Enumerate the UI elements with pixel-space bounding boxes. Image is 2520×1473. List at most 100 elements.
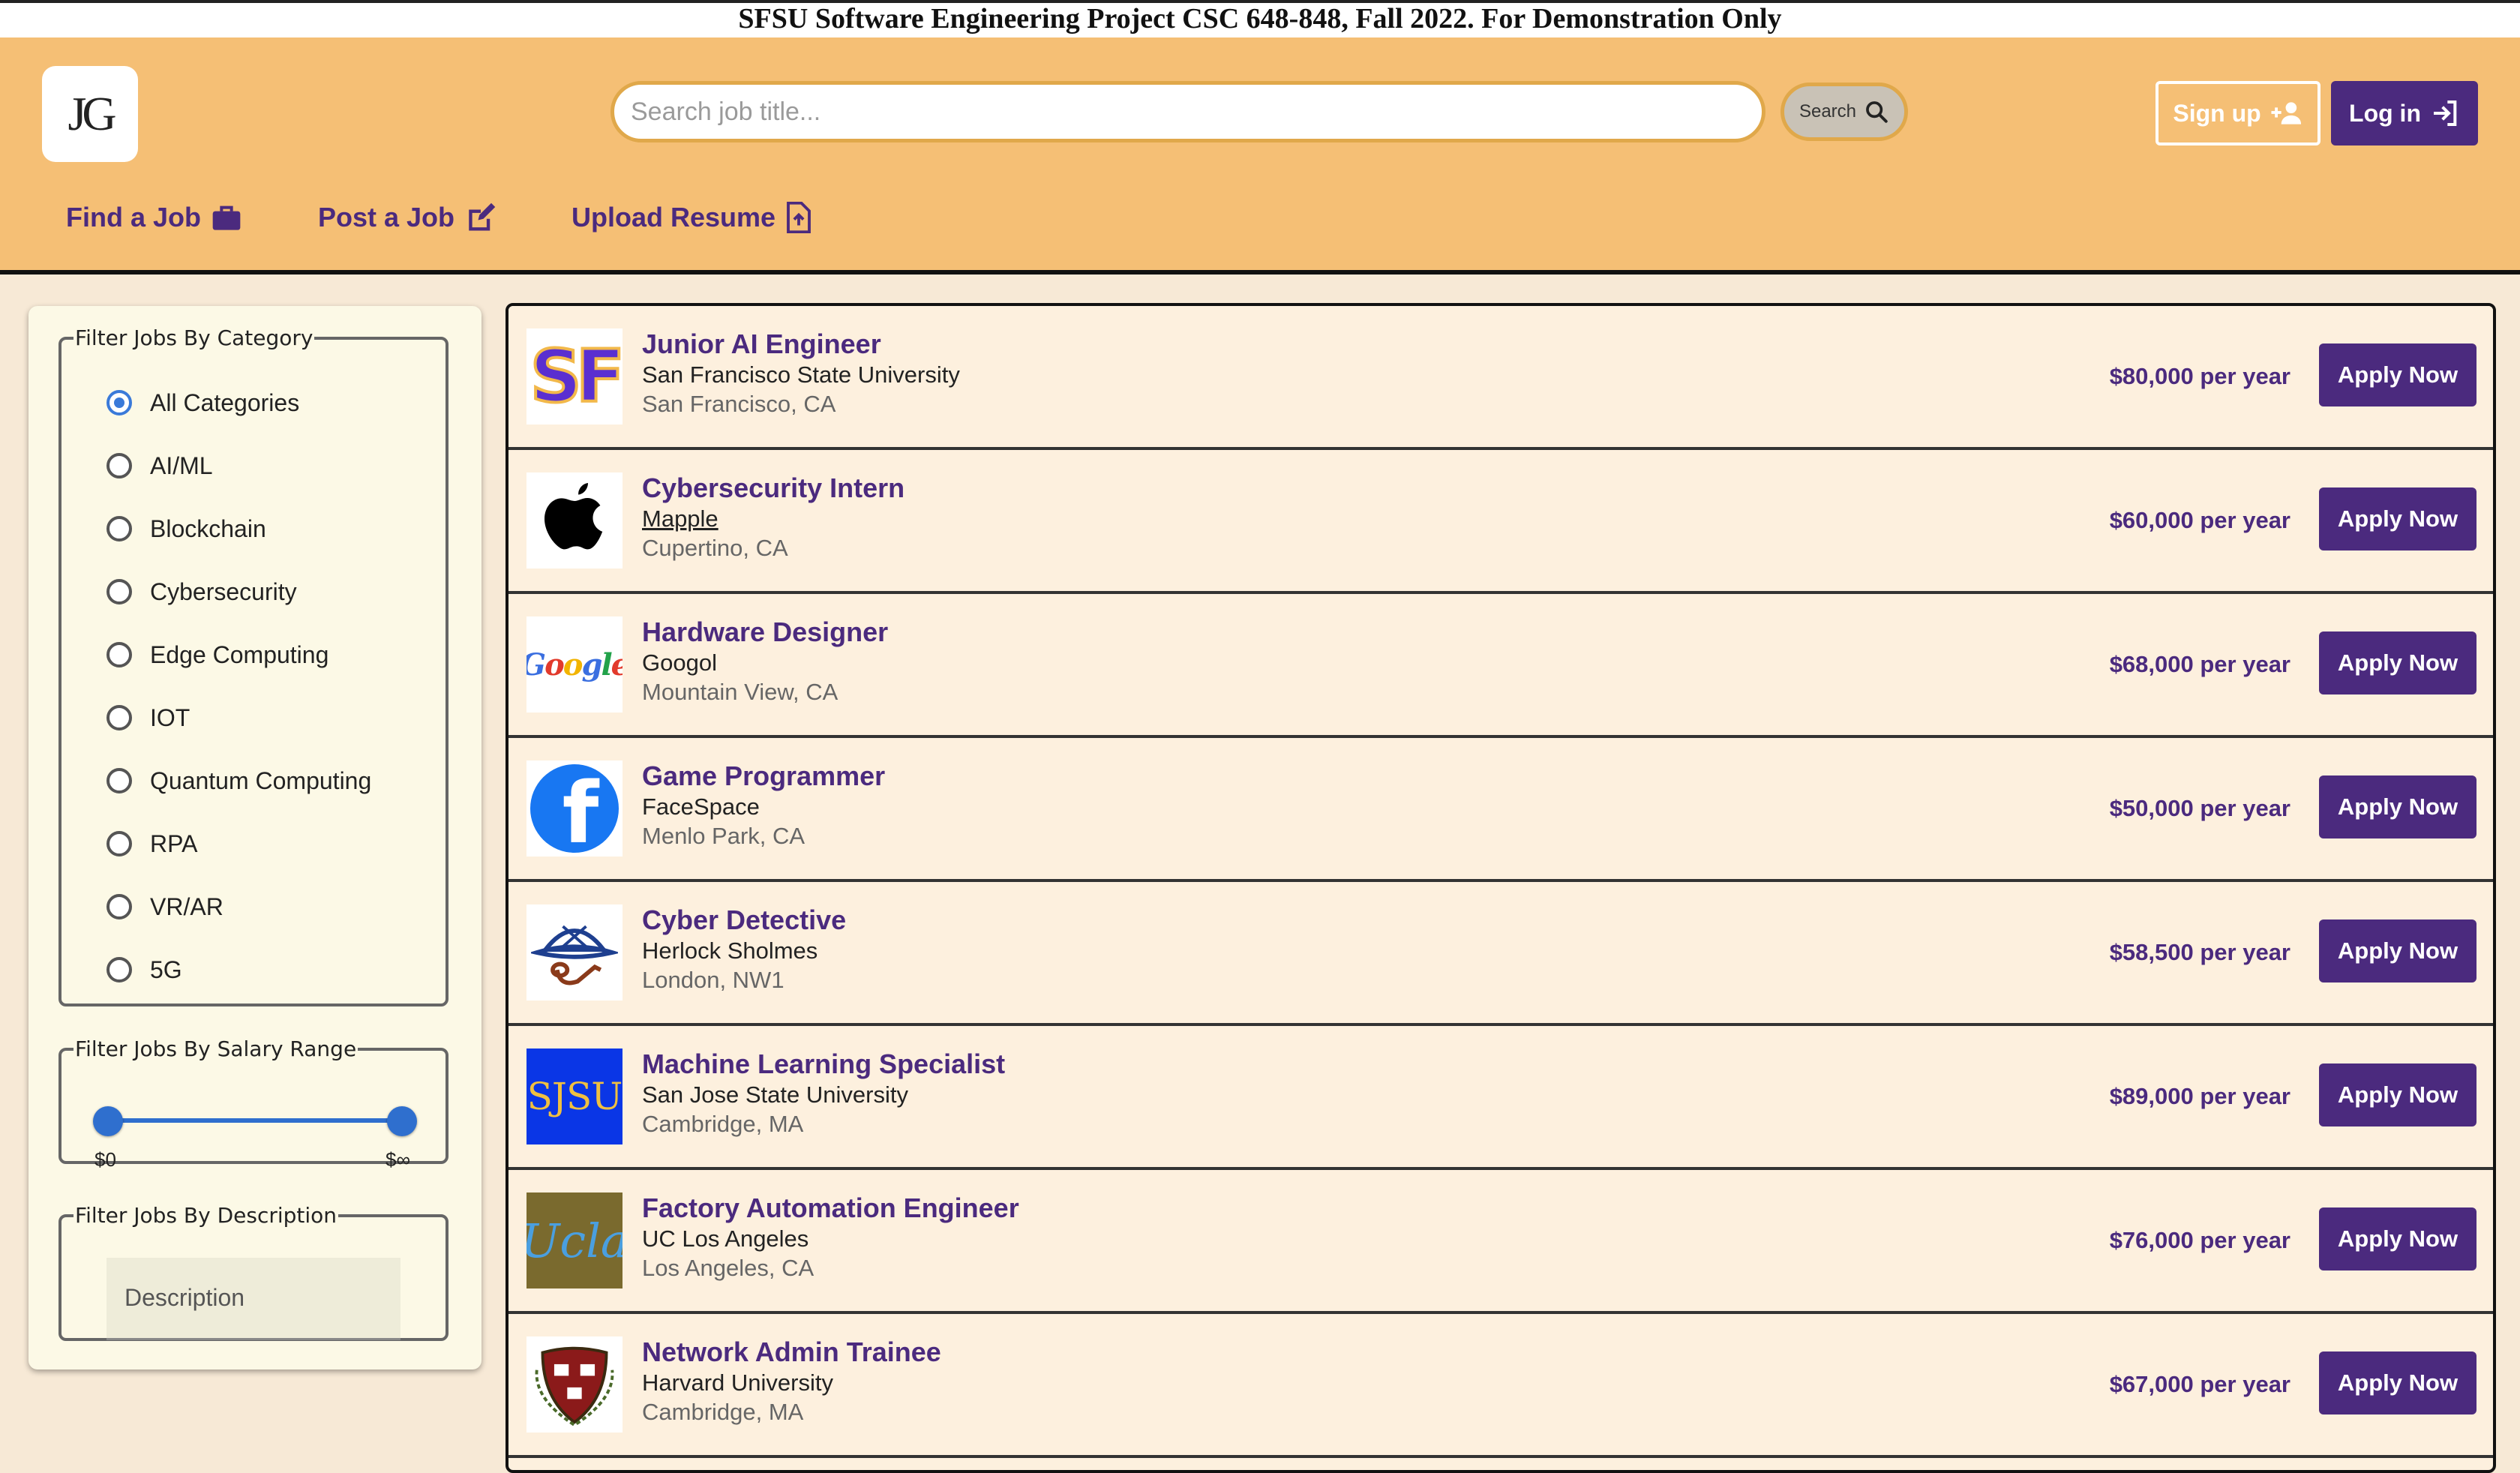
salary-max-label: $∞ [386, 1148, 410, 1171]
category-option-quantum[interactable]: Quantum Computing [106, 758, 371, 803]
search-button[interactable]: Search [1780, 82, 1908, 141]
sf-logo-text: SF [529, 333, 622, 420]
detective-hat-icon [526, 904, 622, 1000]
radio-button[interactable] [106, 579, 132, 604]
facespace-logo-icon: f [530, 764, 619, 853]
job-title[interactable]: Network Admin Trainee [642, 1336, 941, 1368]
radio-button[interactable] [106, 768, 132, 794]
apply-now-button[interactable]: Apply Now [2319, 776, 2476, 838]
job-title[interactable]: Cyber Detective [642, 904, 846, 936]
edit-icon [469, 202, 496, 231]
job-location: Los Angeles, CA [642, 1255, 814, 1281]
job-card[interactable]: Google Hardware Designer Googol Mountain… [508, 594, 2493, 738]
job-company: San Jose State University [642, 1082, 908, 1108]
category-option-edge[interactable]: Edge Computing [106, 632, 328, 677]
description-filter: Filter Jobs By Description Description [58, 1203, 448, 1341]
nav-find-job[interactable]: Find a Job [66, 195, 242, 240]
job-title[interactable]: Hardware Designer [642, 616, 888, 648]
job-card[interactable]: SJSU Machine Learning Specialist San Jos… [508, 1026, 2493, 1170]
radio-button[interactable] [106, 453, 132, 478]
category-filter-legend: Filter Jobs By Category [75, 326, 314, 350]
job-title[interactable]: Machine Learning Specialist [642, 1048, 1005, 1080]
company-logo: Ucla [526, 1192, 622, 1288]
job-title[interactable]: Junior AI Engineer [642, 328, 881, 360]
company-logo: SJSU [526, 1048, 622, 1144]
nav-upload-resume[interactable]: Upload Resume [572, 195, 812, 240]
category-option-5g[interactable]: 5G [106, 947, 182, 992]
job-salary: $68,000 per year [2109, 651, 2290, 677]
job-card[interactable]: Cybersecurity Intern Mapple Cupertino, C… [508, 450, 2493, 594]
signup-button[interactable]: Sign up [2156, 81, 2320, 146]
apply-now-button[interactable]: Apply Now [2319, 632, 2476, 694]
filter-sidebar: Filter Jobs By Category All Categories A… [28, 306, 482, 1370]
category-option-vrar[interactable]: VR/AR [106, 884, 224, 929]
job-list: SF Junior AI Engineer San Francisco Stat… [506, 303, 2496, 1473]
job-salary: $76,000 per year [2109, 1227, 2290, 1253]
salary-max-handle[interactable] [387, 1106, 417, 1136]
category-option-blockchain[interactable]: Blockchain [106, 506, 266, 551]
search-input[interactable] [610, 81, 1766, 142]
nav-post-job[interactable]: Post a Job [318, 195, 496, 240]
job-location: San Francisco, CA [642, 391, 836, 417]
login-label: Log in [2349, 99, 2421, 127]
signup-label: Sign up [2173, 99, 2261, 127]
radio-button[interactable] [106, 516, 132, 542]
category-option-aiml[interactable]: AI/ML [106, 443, 213, 488]
nav-post-job-label: Post a Job [318, 202, 455, 232]
job-company-link[interactable]: Mapple [642, 506, 718, 532]
apply-now-button[interactable]: Apply Now [2319, 920, 2476, 982]
category-option-all[interactable]: All Categories [106, 380, 299, 425]
job-salary: $89,000 per year [2109, 1083, 2290, 1109]
category-option-cybersecurity[interactable]: Cybersecurity [106, 569, 297, 614]
radio-button[interactable] [106, 705, 132, 730]
job-salary: $80,000 per year [2109, 363, 2290, 389]
apply-now-button[interactable]: Apply Now [2319, 1208, 2476, 1270]
description-input[interactable]: Description [106, 1258, 400, 1340]
ucla-logo-text: Ucla [526, 1213, 622, 1268]
job-card[interactable]: SF Junior AI Engineer San Francisco Stat… [508, 306, 2493, 450]
site-logo[interactable]: JG [42, 66, 138, 162]
job-company: Herlock Sholmes [642, 938, 818, 964]
job-card[interactable]: Cyber Detective Herlock Sholmes London, … [508, 882, 2493, 1026]
googol-logo-text: Google [526, 646, 622, 682]
apply-now-button[interactable]: Apply Now [2319, 1064, 2476, 1126]
job-salary: $58,500 per year [2109, 939, 2290, 965]
job-location: London, NW1 [642, 967, 784, 993]
job-title[interactable]: Factory Automation Engineer [642, 1192, 1019, 1224]
search-button-label: Search [1798, 101, 1857, 122]
radio-button[interactable] [106, 894, 132, 920]
nav-find-job-label: Find a Job [66, 202, 201, 232]
radio-button[interactable] [106, 831, 132, 856]
job-location: Menlo Park, CA [642, 823, 806, 849]
sjsu-logo-text: SJSU [526, 1075, 622, 1118]
job-company: San Francisco State University [642, 362, 960, 388]
job-company: Googol [642, 650, 717, 676]
apply-now-button[interactable]: Apply Now [2319, 1352, 2476, 1414]
description-filter-legend: Filter Jobs By Description [75, 1203, 338, 1228]
apply-now-button[interactable]: Apply Now [2319, 344, 2476, 406]
company-logo: Google [526, 616, 622, 712]
salary-slider-track[interactable] [108, 1118, 404, 1123]
demo-banner: SFSU Software Engineering Project CSC 64… [0, 0, 2520, 38]
apply-now-button[interactable]: Apply Now [2319, 488, 2476, 550]
job-title[interactable]: Game Programmer [642, 760, 885, 792]
login-button[interactable]: Log in [2331, 81, 2478, 146]
radio-button[interactable] [106, 642, 132, 668]
salary-filter: Filter Jobs By Salary Range $0 $∞ [58, 1036, 448, 1171]
radio-button[interactable] [106, 390, 132, 416]
radio-button[interactable] [106, 957, 132, 982]
salary-filter-legend: Filter Jobs By Salary Range [75, 1036, 357, 1061]
job-title[interactable]: Cybersecurity Intern [642, 472, 904, 504]
category-label: VR/AR [150, 892, 224, 920]
category-label: Cybersecurity [150, 578, 297, 605]
category-option-iot[interactable]: IOT [106, 695, 190, 740]
job-card[interactable]: f Game Programmer FaceSpace Menlo Park, … [508, 738, 2493, 882]
salary-min-handle[interactable] [93, 1106, 123, 1136]
job-card[interactable]: Network Admin Trainee Harvard University… [508, 1314, 2493, 1458]
company-logo: SF [526, 328, 622, 424]
category-option-rpa[interactable]: RPA [106, 821, 197, 866]
job-salary: $60,000 per year [2109, 507, 2290, 533]
category-label: Edge Computing [150, 640, 329, 668]
category-label: Quantum Computing [150, 766, 372, 794]
job-card[interactable]: Ucla Factory Automation Engineer UC Los … [508, 1170, 2493, 1314]
